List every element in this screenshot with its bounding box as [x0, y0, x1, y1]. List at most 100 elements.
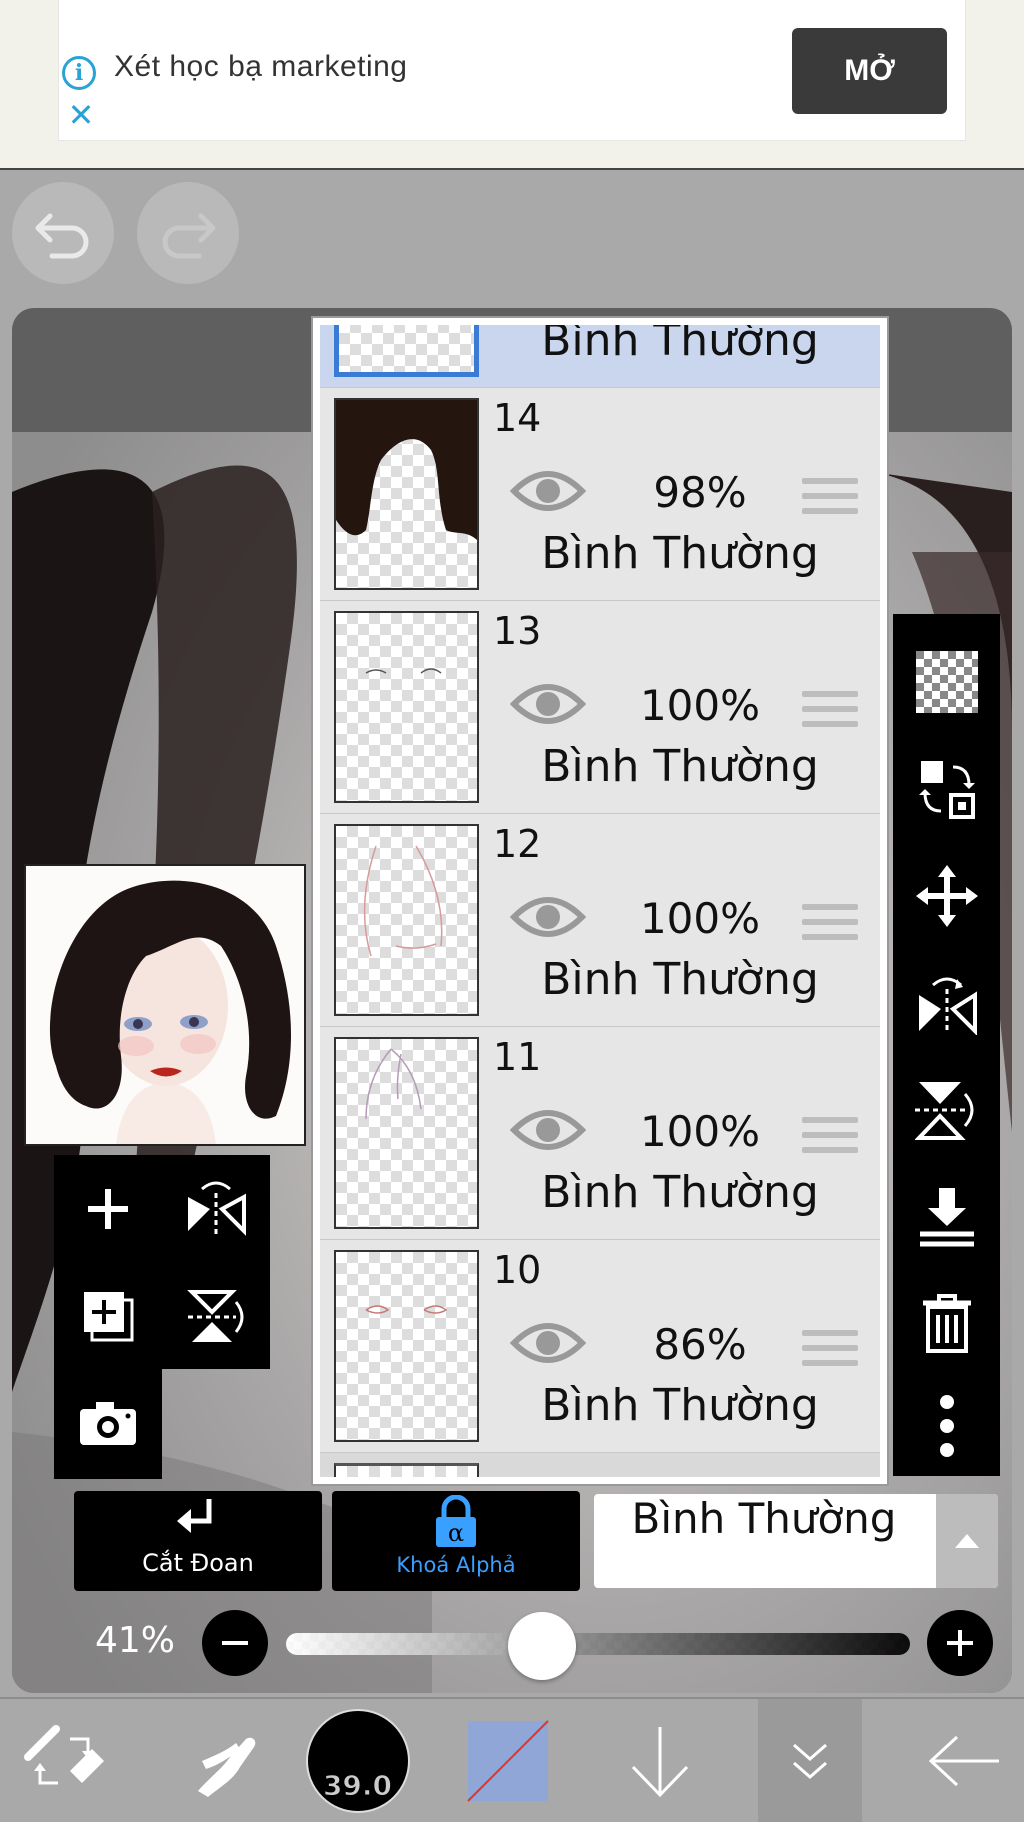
layer-row[interactable]: 11 100% Bình Thường [320, 1027, 880, 1241]
layer-down-button[interactable] [612, 1699, 707, 1822]
alpha-lock-button[interactable]: α Khoá Alphả [332, 1491, 580, 1591]
eye-icon[interactable] [510, 1315, 586, 1371]
merge-down-icon [919, 1188, 974, 1247]
arrow-left-icon [928, 1735, 999, 1786]
layer-row[interactable]: 10 86% Bình Thường [320, 1240, 880, 1454]
eye-icon[interactable] [510, 463, 586, 519]
layer-blend-mode: Bình Thường [541, 325, 819, 366]
duplicate-layer-icon [84, 1291, 134, 1341]
bottom-toolbar: 39.0 [0, 1697, 1024, 1822]
layers-panel: Bình Thường 14 98% Bình Thường 13 100% B… [313, 318, 887, 1484]
brush-size-button[interactable]: 39.0 [300, 1699, 415, 1822]
opacity-increase-button[interactable] [927, 1610, 993, 1676]
opacity-slider-handle[interactable] [507, 1612, 576, 1680]
drag-handle-icon[interactable] [802, 691, 858, 736]
layer-thumbnail [334, 325, 479, 377]
duplicate-layer-button[interactable] [54, 1262, 162, 1369]
clipping-button[interactable]: Cắt Đoan [74, 1491, 322, 1591]
close-icon[interactable]: ✕ [64, 98, 98, 132]
layer-row[interactable]: 13 100% Bình Thường [320, 601, 880, 815]
ad-title[interactable]: Xét học bạ marketing [114, 50, 408, 84]
move-button[interactable] [893, 846, 1000, 946]
opacity-slider[interactable] [286, 1633, 910, 1655]
opacity-percent: 41% [95, 1620, 176, 1661]
smudge-tool-button[interactable] [170, 1699, 270, 1822]
minus-icon [222, 1641, 248, 1645]
layer-thumbnail [334, 611, 479, 803]
layer-opacity: 100% [639, 894, 761, 943]
checkerboard-icon [915, 651, 978, 713]
undo-icon [35, 213, 89, 259]
plus-icon [947, 1630, 973, 1656]
flip-vertical-button[interactable] [162, 1262, 270, 1369]
merge-down-button[interactable] [893, 1167, 1000, 1267]
color-swatch-button[interactable] [462, 1699, 554, 1822]
layer-opacity: 98% [653, 468, 747, 517]
drag-handle-icon[interactable] [802, 1117, 858, 1162]
info-icon[interactable]: i [62, 56, 96, 90]
layer-number: 13 [493, 609, 542, 653]
flip-vertical-tool-button[interactable] [893, 1060, 1000, 1160]
flip-horizontal-button[interactable] [162, 1155, 270, 1262]
eye-icon[interactable] [510, 889, 586, 945]
drag-handle-icon[interactable] [802, 478, 858, 523]
layer-number: 10 [493, 1248, 542, 1292]
layer-blend-mode: Bình Thường [541, 528, 819, 579]
layer-row[interactable]: 14 98% Bình Thường [320, 388, 880, 602]
swap-layer-button[interactable] [893, 739, 1000, 839]
camera-tool-panel [54, 1369, 162, 1479]
layer-thumbnail [334, 398, 479, 590]
transparency-button[interactable] [893, 632, 1000, 732]
layer-number: 14 [493, 396, 542, 440]
back-button[interactable] [910, 1699, 1015, 1822]
clip-label: Cắt Đoan [142, 1549, 254, 1577]
layer-row-partial[interactable] [320, 1453, 880, 1477]
layer-opacity: 100% [639, 681, 761, 730]
blend-mode-select[interactable]: Bình Thường [594, 1494, 998, 1588]
flip-horizontal-icon [188, 1181, 246, 1236]
redo-icon [162, 213, 216, 259]
plus-icon [88, 1188, 128, 1229]
add-layer-button[interactable] [54, 1155, 162, 1262]
chevron-up-icon[interactable] [936, 1494, 998, 1588]
brush-eraser-toggle-button[interactable] [10, 1699, 120, 1822]
flip-vertical-icon [914, 1082, 973, 1140]
arrow-down-icon [631, 1726, 688, 1797]
ad-open-button[interactable]: MỞ [792, 28, 947, 114]
layer-row-selected[interactable]: Bình Thường [320, 325, 880, 389]
clip-arrow-icon [177, 1499, 212, 1533]
opacity-decrease-button[interactable] [202, 1610, 268, 1676]
layer-blend-mode: Bình Thường [541, 1167, 819, 1218]
swap-layer-icon [918, 761, 975, 819]
brush-size-circle: 39.0 [305, 1708, 410, 1813]
finger-icon [198, 1737, 256, 1797]
trash-icon [922, 1294, 971, 1353]
more-options-button[interactable] [893, 1376, 1000, 1476]
redo-button[interactable] [137, 182, 239, 284]
top-toolbar [0, 170, 1024, 290]
alpha-lock-label: Khoá Alphả [396, 1553, 516, 1577]
drag-handle-icon[interactable] [802, 904, 858, 949]
camera-button[interactable] [54, 1369, 162, 1476]
eye-icon[interactable] [510, 1102, 586, 1158]
lock-icon: α [436, 1495, 476, 1547]
flip-horizontal-icon [918, 977, 977, 1035]
delete-layer-button[interactable] [893, 1274, 1000, 1374]
reference-preview[interactable] [24, 864, 306, 1146]
flip-vertical-icon [187, 1289, 244, 1342]
flip-horizontal-tool-button[interactable] [893, 953, 1000, 1053]
layer-blend-mode: Bình Thường [541, 954, 819, 1005]
collapse-panel-button[interactable] [758, 1699, 862, 1822]
brush-size-value: 39.0 [322, 1768, 393, 1802]
drag-handle-icon[interactable] [802, 1330, 858, 1375]
svg-text:α: α [448, 1519, 464, 1547]
layer-opacity: 86% [653, 1320, 747, 1369]
double-chevron-down-icon [793, 1743, 827, 1779]
move-icon [915, 865, 978, 927]
undo-button[interactable] [12, 182, 114, 284]
eye-icon[interactable] [510, 676, 586, 732]
ad-banner: i ✕ Xét học bạ marketing MỞ [0, 0, 1024, 171]
brush-eraser-icon [24, 1724, 104, 1784]
layer-opacity: 100% [639, 1107, 761, 1156]
layer-row[interactable]: 12 100% Bình Thường [320, 814, 880, 1028]
